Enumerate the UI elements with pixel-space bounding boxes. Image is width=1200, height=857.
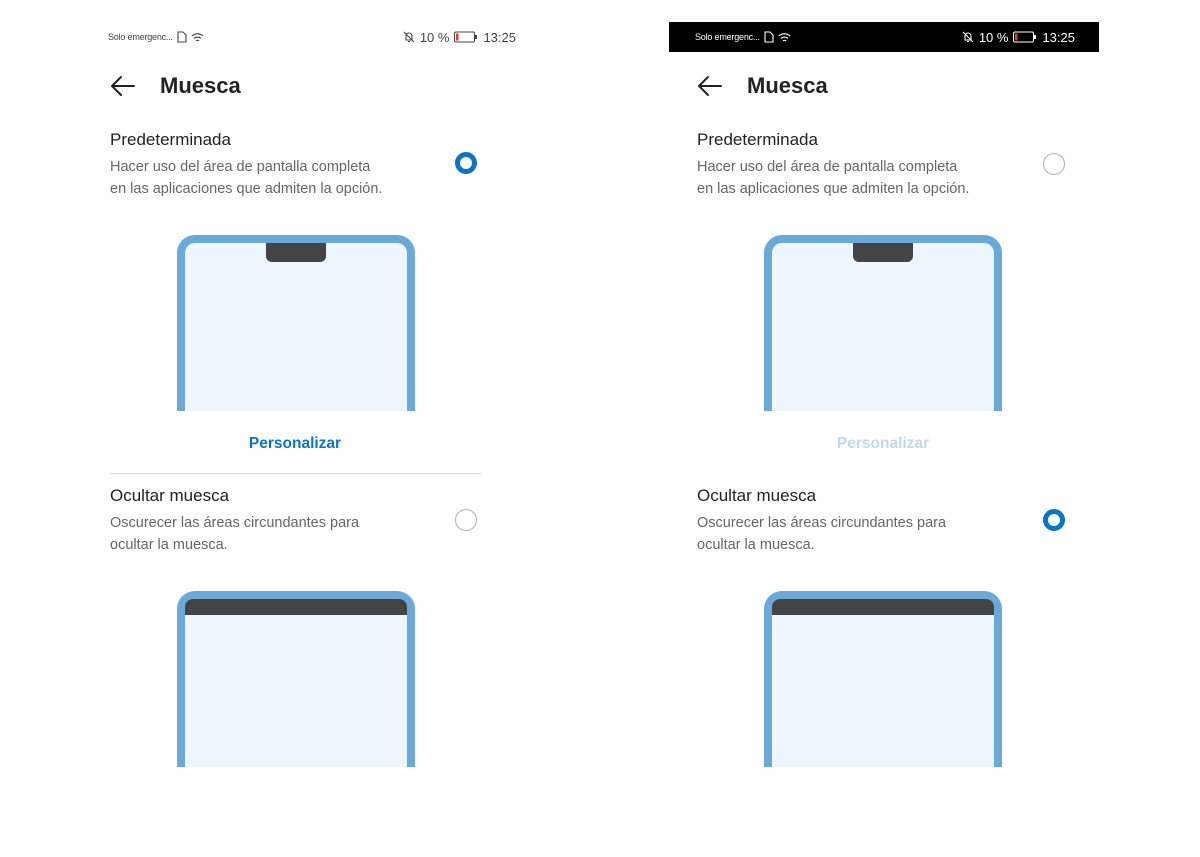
phone-illustration-hidden-notch bbox=[764, 591, 1002, 767]
option-default-title: Predeterminada bbox=[697, 130, 818, 149]
status-bar: Solo emergenc... 10 % 13:25 bbox=[669, 22, 1099, 52]
back-arrow-icon[interactable] bbox=[697, 72, 725, 100]
screen-right: Solo emergenc... 10 % 13:25 Muesca Prede… bbox=[669, 0, 1099, 857]
wifi-icon bbox=[191, 32, 204, 43]
carrier-label: Solo emergenc... bbox=[108, 32, 173, 42]
personalize-button[interactable]: Personalizar bbox=[100, 435, 490, 453]
battery-low-icon bbox=[1013, 31, 1037, 43]
status-bar: Solo emergenc... 10 % 13:25 bbox=[100, 22, 530, 52]
wifi-icon bbox=[778, 32, 791, 43]
option-default-desc: Hacer uso del área de pantalla completa … bbox=[110, 159, 383, 197]
phone-illustration-notch bbox=[764, 235, 1002, 411]
clock: 13:25 bbox=[1042, 29, 1075, 45]
sim-icon bbox=[764, 31, 774, 43]
carrier-label: Solo emergenc... bbox=[695, 32, 760, 42]
personalize-button-disabled: Personalizar bbox=[836, 435, 930, 452]
mute-icon bbox=[403, 31, 415, 43]
battery-percent: 10 % bbox=[419, 29, 450, 45]
option-default-radio[interactable] bbox=[454, 151, 478, 175]
mute-icon bbox=[962, 31, 974, 43]
option-default-desc: Hacer uso del área de pantalla completa … bbox=[697, 159, 970, 197]
page-title: Muesca bbox=[160, 73, 241, 98]
clock: 13:25 bbox=[483, 29, 516, 45]
option-hide-desc: Oscurecer las áreas circundantes para oc… bbox=[697, 515, 947, 553]
header: Muesca bbox=[697, 70, 828, 102]
option-hide-radio[interactable] bbox=[1042, 508, 1066, 532]
option-hide-radio[interactable] bbox=[454, 508, 478, 532]
option-hide-desc: Oscurecer las áreas circundantes para oc… bbox=[110, 515, 360, 553]
sim-icon bbox=[177, 31, 187, 43]
back-arrow-icon[interactable] bbox=[110, 72, 138, 100]
battery-low-icon bbox=[454, 31, 478, 43]
option-default-radio[interactable] bbox=[1042, 152, 1066, 176]
option-hide-title: Ocultar muesca bbox=[697, 486, 817, 505]
divider bbox=[110, 473, 481, 474]
phone-illustration-hidden-notch bbox=[177, 591, 415, 767]
screen-left: Solo emergenc... 10 % 13:25 Muesca Prede… bbox=[100, 0, 530, 857]
battery-percent: 10 % bbox=[978, 29, 1009, 45]
option-default-title: Predeterminada bbox=[110, 130, 231, 149]
page-title: Muesca bbox=[747, 73, 828, 98]
phone-illustration-notch bbox=[177, 235, 415, 411]
option-hide-title: Ocultar muesca bbox=[110, 486, 230, 505]
header: Muesca bbox=[110, 70, 241, 102]
